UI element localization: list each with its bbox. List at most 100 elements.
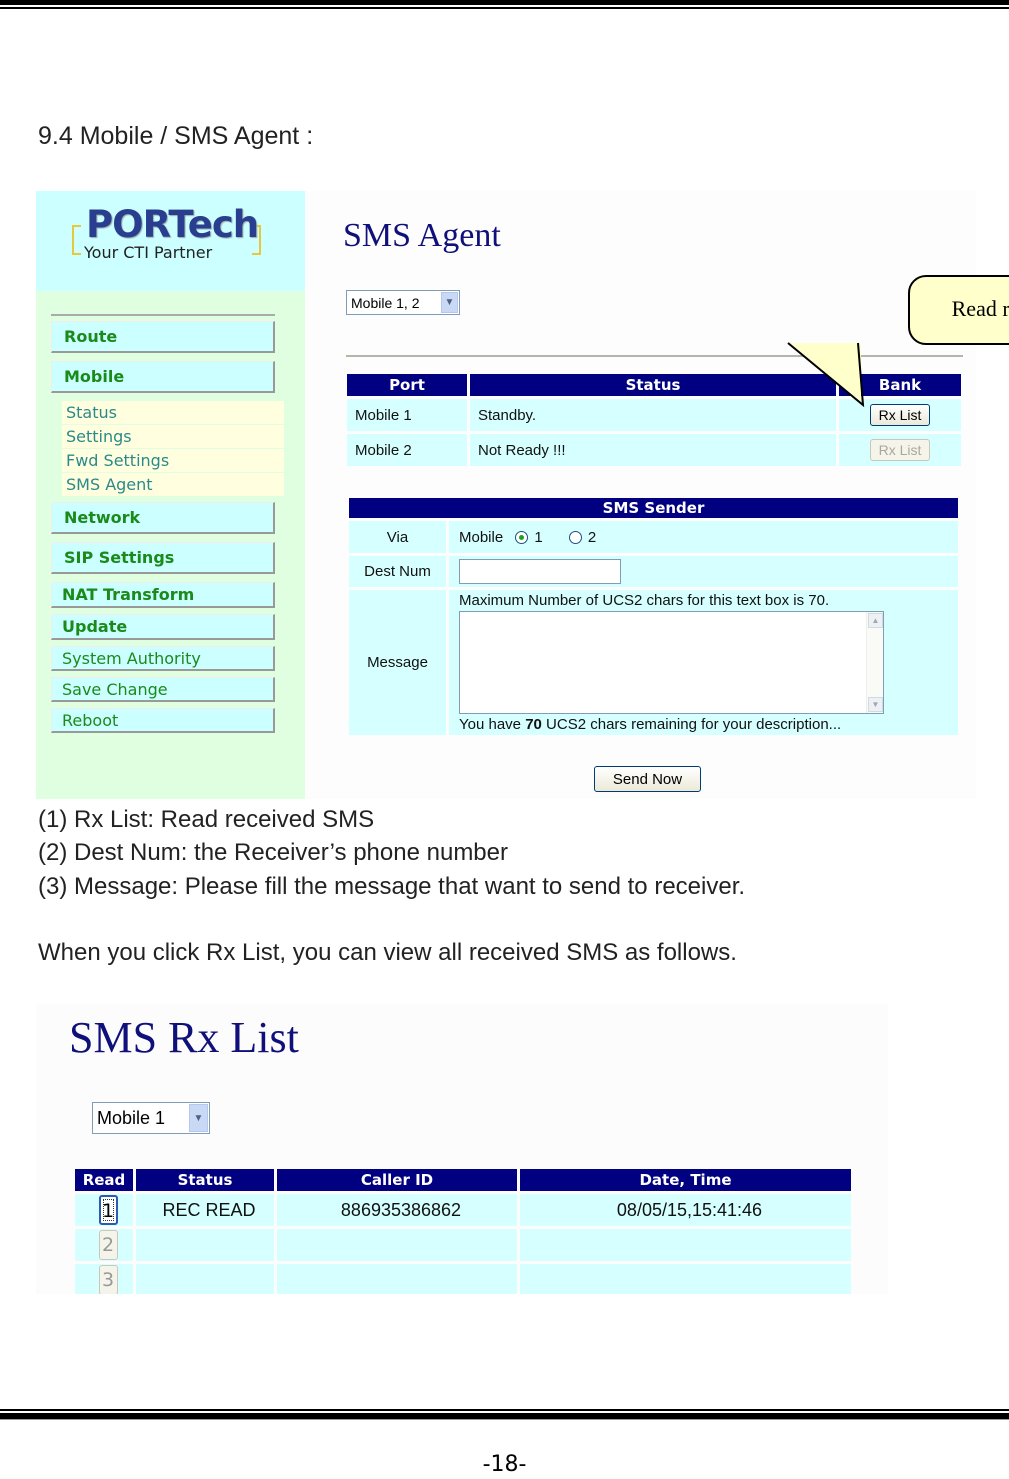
status-cell: Standby. xyxy=(470,399,836,431)
table-row: 2 xyxy=(75,1229,851,1261)
description-line-3: (3) Message: Please fill the message tha… xyxy=(38,873,746,900)
dest-num-input[interactable] xyxy=(459,559,621,584)
sidebar-item-sip-settings[interactable]: SIP Settings xyxy=(51,542,275,574)
logo-brand: PORTech xyxy=(86,203,259,246)
message-hint: Maximum Number of UCS2 chars for this te… xyxy=(459,592,830,609)
rx-port-select[interactable]: Mobile 1 ▼ xyxy=(92,1102,210,1134)
table-row: 3 xyxy=(75,1264,851,1294)
col-header-port: Port xyxy=(347,374,467,396)
bank-cell: Rx List xyxy=(839,434,961,466)
message-label: Message xyxy=(349,590,446,735)
port-cell: Mobile 2 xyxy=(347,434,467,466)
submenu-item-settings[interactable]: Settings xyxy=(62,425,284,448)
read-cell: 1 xyxy=(75,1194,133,1226)
sms-agent-screenshot: PORTech Your CTI Partner Route Mobile St… xyxy=(36,191,1009,799)
read-button-3: 3 xyxy=(98,1265,118,1294)
read-cell: 2 xyxy=(75,1229,133,1261)
rx-port-select-value: Mobile 1 xyxy=(97,1107,166,1128)
rx-list-button-mobile-1[interactable]: Rx List xyxy=(869,404,931,426)
portech-logo: PORTech Your CTI Partner xyxy=(70,203,265,263)
scroll-up-icon[interactable]: ▲ xyxy=(868,613,883,628)
sms-sender-table: SMS Sender Via Mobile 1 2 Dest Num Messa… xyxy=(346,495,961,738)
status-cell: REC READ xyxy=(136,1194,274,1226)
send-now-button[interactable]: Send Now xyxy=(594,766,701,792)
sidebar-item-network[interactable]: Network xyxy=(51,502,275,534)
logo-bracket-left xyxy=(72,225,81,255)
read-button-1[interactable]: 1 xyxy=(98,1195,118,1225)
sms-rx-list-screenshot: SMS Rx List Mobile 1 ▼ Read Status Calle… xyxy=(36,1004,888,1294)
table-row: 1 REC READ 886935386862 08/05/15,15:41:4… xyxy=(75,1194,851,1226)
port-select-value: Mobile 1, 2 xyxy=(351,294,420,311)
col-header-caller-id: Caller ID xyxy=(277,1169,517,1191)
sidebar: PORTech Your CTI Partner Route Mobile St… xyxy=(36,191,305,799)
port-select[interactable]: Mobile 1, 2 ▼ xyxy=(346,290,460,315)
caller-id-cell xyxy=(277,1264,517,1294)
date-time-cell xyxy=(520,1264,851,1294)
chevron-down-icon[interactable]: ▼ xyxy=(441,292,458,313)
read-cell: 3 xyxy=(75,1264,133,1294)
remaining-count: 70 xyxy=(525,716,542,733)
followup-text: When you click Rx List, you can view all… xyxy=(38,939,737,966)
date-time-cell xyxy=(520,1229,851,1261)
col-header-date-time: Date, Time xyxy=(520,1169,851,1191)
rx-list-title: SMS Rx List xyxy=(69,1013,299,1062)
status-cell xyxy=(136,1264,274,1294)
read-button-2: 2 xyxy=(98,1230,118,1260)
submenu-item-status[interactable]: Status xyxy=(62,401,284,424)
description-line-1: (1) Rx List: Read received SMS xyxy=(38,806,375,833)
logo-tagline: Your CTI Partner xyxy=(84,243,213,262)
table-row: Mobile 2 Not Ready !!! Rx List xyxy=(347,434,961,466)
chevron-down-icon[interactable]: ▼ xyxy=(189,1104,208,1132)
sidebar-item-nat-transform[interactable]: NAT Transform xyxy=(51,582,275,608)
col-header-status: Status xyxy=(470,374,836,396)
description-line-2: (2) Dest Num: the Receiver’s phone numbe… xyxy=(38,839,508,866)
remaining-prefix: You have xyxy=(459,716,526,733)
callout-read-received-sms: Read received SMS xyxy=(908,275,1009,345)
page-number: -18- xyxy=(482,1452,527,1477)
sidebar-divider xyxy=(51,314,275,316)
caller-id-cell: 886935386862 xyxy=(277,1194,517,1226)
rx-list-table: Read Status Caller ID Date, Time 1 REC R… xyxy=(72,1166,854,1294)
date-time-cell: 08/05/15,15:41:46 xyxy=(520,1194,851,1226)
bank-cell: Rx List xyxy=(839,399,961,431)
via-label: Via xyxy=(349,521,446,553)
sidebar-item-save-change[interactable]: Save Change xyxy=(51,677,275,702)
sidebar-item-reboot[interactable]: Reboot xyxy=(51,708,275,733)
scroll-down-icon[interactable]: ▼ xyxy=(868,697,883,712)
mobile-submenu: Status Settings Fwd Settings SMS Agent xyxy=(62,401,284,497)
submenu-item-fwd-settings[interactable]: Fwd Settings xyxy=(62,449,284,472)
col-header-read: Read xyxy=(75,1169,133,1191)
col-header-status: Status xyxy=(136,1169,274,1191)
sms-sender-header: SMS Sender xyxy=(349,498,958,518)
main-content: SMS Agent Mobile 1, 2 ▼ Port Status Bank… xyxy=(306,191,1009,799)
top-rule-thin xyxy=(0,7,1009,9)
rx-list-button-mobile-2: Rx List xyxy=(869,439,931,461)
table-row: Mobile 1 Standby. Rx List xyxy=(347,399,961,431)
logo-area: PORTech Your CTI Partner xyxy=(36,191,305,291)
textarea-scrollbar[interactable]: ▲ ▼ xyxy=(866,612,883,713)
via-radio-2[interactable] xyxy=(568,531,582,545)
message-textarea[interactable]: ▲ ▼ xyxy=(459,611,884,714)
dest-num-label: Dest Num xyxy=(349,556,446,587)
bottom-rule-thin xyxy=(0,1409,1009,1411)
remaining-suffix: UCS2 chars remaining for your descriptio… xyxy=(541,716,842,733)
caller-id-cell xyxy=(277,1229,517,1261)
page-title: SMS Agent xyxy=(343,217,501,254)
via-option-1-label: 1 xyxy=(534,528,543,546)
col-header-bank: Bank xyxy=(839,374,961,396)
submenu-item-sms-agent[interactable]: SMS Agent xyxy=(62,473,284,496)
sidebar-item-mobile[interactable]: Mobile xyxy=(51,361,275,393)
remaining-chars: You have 70 UCS2 chars remaining for you… xyxy=(449,716,958,733)
status-cell xyxy=(136,1229,274,1261)
via-radio-1[interactable] xyxy=(515,531,529,545)
port-cell: Mobile 1 xyxy=(347,399,467,431)
port-status-table: Port Status Bank Mobile 1 Standby. Rx Li… xyxy=(344,371,964,469)
via-option-2-label: 2 xyxy=(587,528,597,546)
section-title: 9.4 Mobile / SMS Agent : xyxy=(38,122,314,150)
sidebar-item-update[interactable]: Update xyxy=(51,614,275,640)
sidebar-item-system-authority[interactable]: System Authority xyxy=(51,646,275,671)
sidebar-item-route[interactable]: Route xyxy=(51,321,275,353)
top-rule-thick xyxy=(0,0,1009,5)
via-prefix: Mobile xyxy=(459,528,504,546)
status-cell: Not Ready !!! xyxy=(470,434,836,466)
